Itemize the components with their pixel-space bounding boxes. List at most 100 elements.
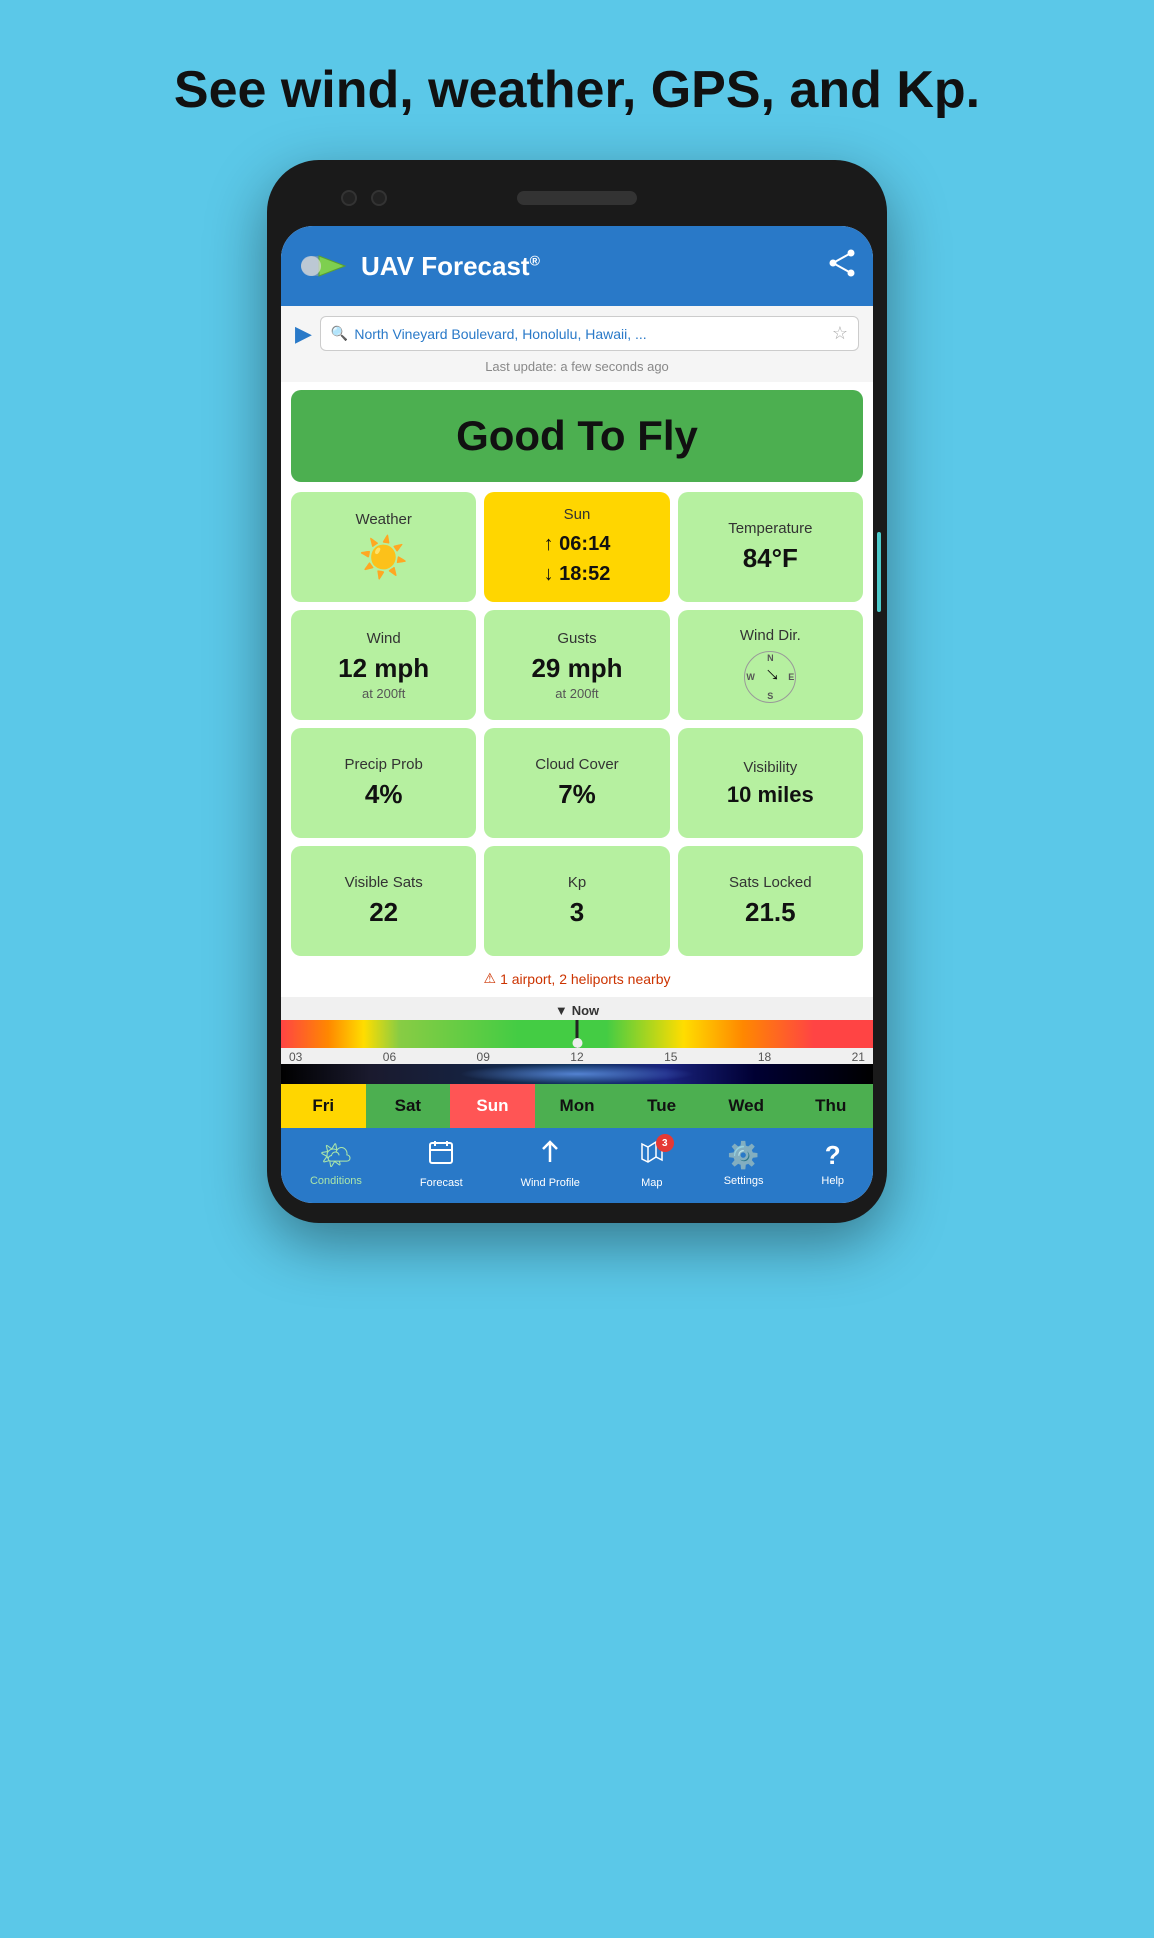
map-icon: 3 [638,1138,666,1173]
visible-sats-value: 22 [369,897,398,928]
wind-profile-label: Wind Profile [521,1177,580,1189]
search-icon: 🔍 [331,325,348,342]
camera-left [341,190,357,206]
scroll-accent [877,532,881,612]
visible-sats-card: Visible Sats 22 [291,846,476,956]
weather-label: Weather [355,511,411,528]
kp-card: Kp 3 [484,846,669,956]
phone-top-bar [281,180,873,216]
timeline-arrow: ▼ [555,1003,568,1018]
timeline-night [281,1064,873,1084]
temperature-value: 84°F [743,543,798,574]
now-dot [572,1038,582,1048]
day-sun[interactable]: Sun [450,1084,535,1128]
camera-right [371,190,387,206]
sun-set: ↓ 18:52 [544,559,611,589]
now-indicator [576,1020,579,1048]
forecast-label: Forecast [420,1177,463,1189]
app-logo [297,240,349,292]
speaker [517,191,637,205]
wind-label: Wind [367,630,401,647]
last-update-text: Last update: a few seconds ago [281,355,873,382]
hour-21: 21 [852,1050,865,1064]
help-label: Help [821,1175,844,1187]
location-arrow-icon[interactable]: ▶ [295,321,312,347]
precip-prob-card: Precip Prob 4% [291,728,476,838]
share-icon[interactable] [827,248,857,285]
app-title-text: UAV Forecast [361,251,530,281]
warning-text: ⚠ 1 airport, 2 heliports nearby [291,964,863,997]
map-badge: 3 [656,1134,674,1152]
kp-value: 3 [570,897,584,928]
weather-cards-grid: Weather ☀️ Sun ↑ 06:14 ↓ 18:52 Temperatu… [291,492,863,956]
day-mon[interactable]: Mon [535,1084,620,1128]
search-box[interactable]: 🔍 North Vineyard Boulevard, Honolulu, Ha… [320,316,859,351]
nav-forecast[interactable]: Forecast [420,1138,463,1189]
sats-locked-card: Sats Locked 21.5 [678,846,863,956]
gusts-card: Gusts 29 mph at 200ft [484,610,669,720]
warning-icon: ⚠ [484,970,497,987]
hour-09: 09 [477,1050,490,1064]
sun-card: Sun ↑ 06:14 ↓ 18:52 [484,492,669,602]
nav-conditions[interactable]: 🌤 Conditions [310,1140,362,1187]
conditions-icon: 🌤 [319,1140,352,1171]
sun-label: Sun [564,506,591,523]
settings-icon: ⚙️ [727,1140,759,1171]
weather-sun-icon: ☀️ [359,534,409,581]
phone-frame: UAV Forecast® ▶ 🔍 North Vineyard Bouleva… [267,160,887,1223]
day-thu[interactable]: Thu [788,1084,873,1128]
kp-label: Kp [568,874,586,891]
fly-banner: Good To Fly [291,390,863,482]
nav-settings[interactable]: ⚙️ Settings [724,1140,764,1187]
app-title: UAV Forecast® [361,251,815,282]
search-text: North Vineyard Boulevard, Honolulu, Hawa… [354,326,826,342]
visibility-value: 10 miles [727,782,814,808]
hour-12: 12 [570,1050,583,1064]
registered-mark: ® [530,252,540,268]
hour-18: 18 [758,1050,771,1064]
app-header: UAV Forecast® [281,226,873,306]
nav-wind-profile[interactable]: Wind Profile [521,1138,580,1189]
day-sat[interactable]: Sat [366,1084,451,1128]
wind-value: 12 mph [338,653,429,684]
bottom-nav: 🌤 Conditions Forecast [281,1128,873,1203]
wind-sub: at 200ft [362,686,405,701]
day-fri[interactable]: Fri [281,1084,366,1128]
help-icon: ? [825,1140,841,1171]
wind-profile-icon [536,1138,564,1173]
visible-sats-label: Visible Sats [345,874,423,891]
compass-e: E [788,672,794,682]
settings-label: Settings [724,1175,764,1187]
main-content: Good To Fly Weather ☀️ Sun ↑ 06:14 ↓ 18:… [281,382,873,997]
compass-arrow-icon: ← [753,660,787,694]
page-tagline: See wind, weather, GPS, and Kp. [134,60,1020,120]
fly-status: Good To Fly [456,412,698,459]
search-area: ▶ 🔍 North Vineyard Boulevard, Honolulu, … [281,306,873,355]
warning-message: 1 airport, 2 heliports nearby [500,971,670,987]
gusts-label: Gusts [557,630,596,647]
nav-help[interactable]: ? Help [821,1140,844,1187]
timeline-now-label: ▼ Now [281,1003,873,1018]
sats-locked-label: Sats Locked [729,874,812,891]
temperature-card: Temperature 84°F [678,492,863,602]
sun-rise: ↑ 06:14 [544,529,611,559]
nav-map[interactable]: 3 Map [638,1138,666,1189]
precip-prob-value: 4% [365,779,403,810]
visibility-label: Visibility [743,759,797,776]
timeline-glow [459,1064,696,1084]
compass-ring: N S W E ← [744,651,796,703]
gusts-value: 29 mph [531,653,622,684]
timeline-bar [281,1020,873,1048]
cloud-cover-card: Cloud Cover 7% [484,728,669,838]
map-label: Map [641,1177,662,1189]
day-tue[interactable]: Tue [619,1084,704,1128]
timeline-section: ▼ Now 03 06 09 12 15 18 21 [281,997,873,1084]
conditions-label: Conditions [310,1175,362,1187]
sats-locked-value: 21.5 [745,897,796,928]
wind-dir-card: Wind Dir. N S W E ← [678,610,863,720]
hour-03: 03 [289,1050,302,1064]
visibility-card: Visibility 10 miles [678,728,863,838]
temperature-label: Temperature [728,520,812,537]
favorite-icon[interactable]: ☆ [832,323,848,344]
day-wed[interactable]: Wed [704,1084,789,1128]
